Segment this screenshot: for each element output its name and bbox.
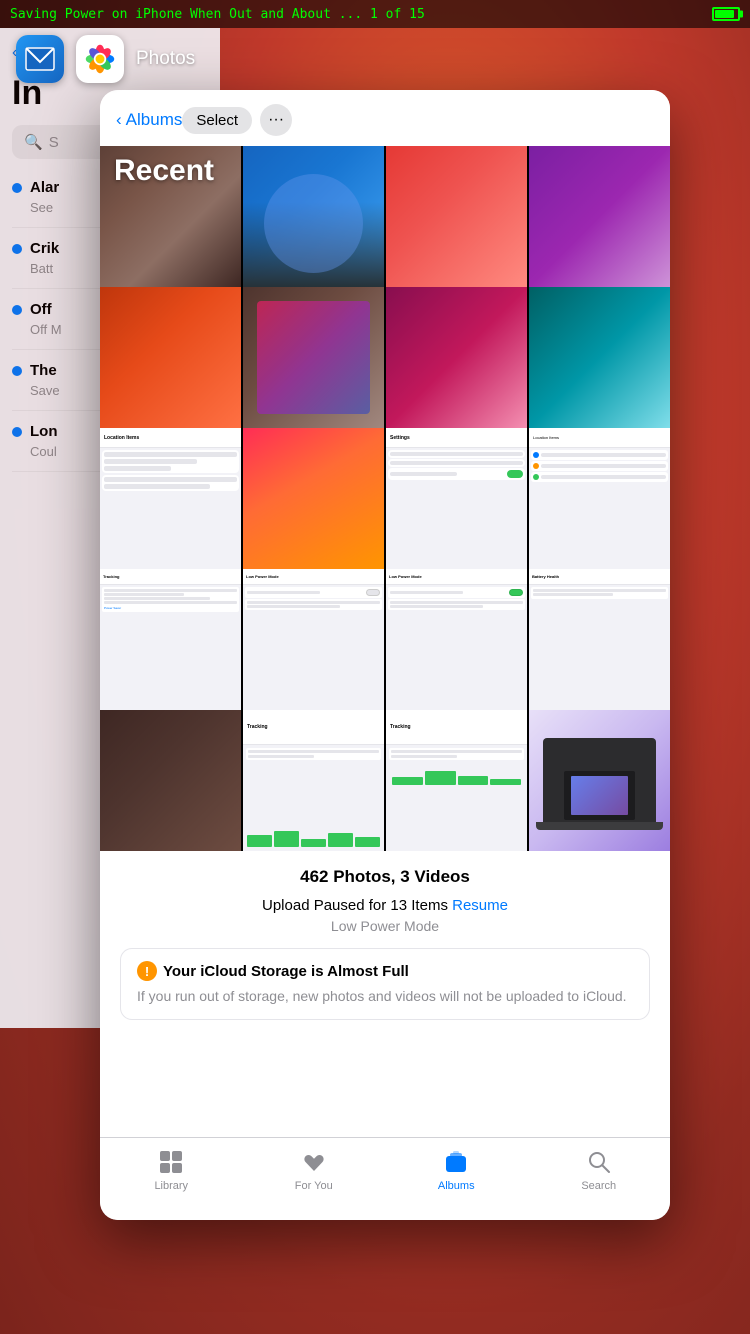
mail-app-icon[interactable] [16, 35, 64, 83]
photo-cell[interactable]: Tracking [243, 710, 384, 851]
photo-cell[interactable] [100, 287, 241, 428]
photo-cell[interactable]: Battery Health [529, 569, 670, 710]
photo-cell[interactable] [243, 146, 384, 287]
photos-app-icon[interactable] [76, 35, 124, 83]
photos-tab-bar: Library For You Albums [100, 1137, 670, 1220]
photo-row-2 [100, 287, 670, 428]
photo-cell[interactable] [386, 287, 527, 428]
photo-cell[interactable] [243, 428, 384, 569]
photo-cell[interactable]: Low Power Mode [243, 569, 384, 710]
tab-library-label: Library [154, 1180, 188, 1192]
unread-dot [12, 244, 22, 254]
status-bar: Saving Power on iPhone When Out and Abou… [0, 0, 750, 28]
unread-dot [12, 366, 22, 376]
tab-for-you[interactable]: For You [243, 1148, 386, 1192]
upload-status: Upload Paused for 13 Items Resume [120, 897, 650, 914]
photo-cell[interactable]: Low Power Mode [386, 569, 527, 710]
app-switcher-header: Photos [0, 28, 750, 90]
status-right [712, 7, 740, 21]
battery-icon [712, 7, 740, 21]
photos-info-section: 462 Photos, 3 Videos Upload Paused for 1… [100, 851, 670, 1036]
photo-cell[interactable]: Settings [386, 428, 527, 569]
mail-search-icon: 🔍 [24, 133, 43, 151]
photo-row-4: Tracking Power Saver [100, 569, 670, 710]
photo-cell[interactable] [386, 146, 527, 287]
photos-header-right: Select ··· [182, 104, 292, 136]
photos-app-card: ‹ Albums Select ··· Recent [100, 90, 670, 1220]
search-tab-icon [585, 1148, 613, 1176]
mail-icon [25, 47, 55, 71]
photos-app-name: Photos [136, 48, 195, 70]
photo-cell[interactable] [529, 710, 670, 851]
albums-back-button[interactable]: ‹ Albums [116, 110, 182, 130]
status-title: Saving Power on iPhone When Out and Abou… [10, 7, 425, 22]
more-button[interactable]: ··· [260, 104, 292, 136]
photo-cell[interactable] [100, 710, 241, 851]
storage-warning-text: If you run out of storage, new photos an… [137, 987, 633, 1007]
album-title: Recent [114, 154, 214, 188]
photo-row-3: Location Items [100, 428, 670, 569]
photo-cell[interactable] [529, 287, 670, 428]
photos-count: 462 Photos, 3 Videos [120, 867, 650, 887]
photos-flower-icon [84, 43, 116, 75]
low-power-notice: Low Power Mode [120, 918, 650, 934]
tab-albums[interactable]: Albums [385, 1148, 528, 1192]
storage-warning-box: ! Your iCloud Storage is Almost Full If … [120, 948, 650, 1020]
photo-cell[interactable]: Location Items [100, 428, 241, 569]
tab-albums-label: Albums [438, 1180, 475, 1192]
photo-cell[interactable]: Tracking [386, 710, 527, 851]
photo-cell[interactable]: Location Items [529, 428, 670, 569]
tab-search-label: Search [581, 1180, 616, 1192]
unread-dot [12, 427, 22, 437]
warning-icon: ! [137, 961, 157, 981]
select-button[interactable]: Select [182, 107, 252, 134]
library-icon [157, 1148, 185, 1176]
unread-dot [12, 305, 22, 315]
tab-for-you-label: For You [295, 1180, 333, 1192]
tab-search[interactable]: Search [528, 1148, 671, 1192]
photo-cell[interactable] [243, 287, 384, 428]
storage-warning-title-text: Your iCloud Storage is Almost Full [163, 963, 409, 980]
photo-row-5: Tracking [100, 710, 670, 851]
photo-cell[interactable]: Tracking Power Saver [100, 569, 241, 710]
photos-navigation-bar: ‹ Albums Select ··· [100, 90, 670, 146]
resume-link[interactable]: Resume [452, 897, 508, 914]
albums-icon [442, 1148, 470, 1176]
for-you-icon [300, 1148, 328, 1176]
tab-library[interactable]: Library [100, 1148, 243, 1192]
unread-dot [12, 183, 22, 193]
photos-grid-area: Recent [100, 146, 670, 851]
photo-cell[interactable] [529, 146, 670, 287]
